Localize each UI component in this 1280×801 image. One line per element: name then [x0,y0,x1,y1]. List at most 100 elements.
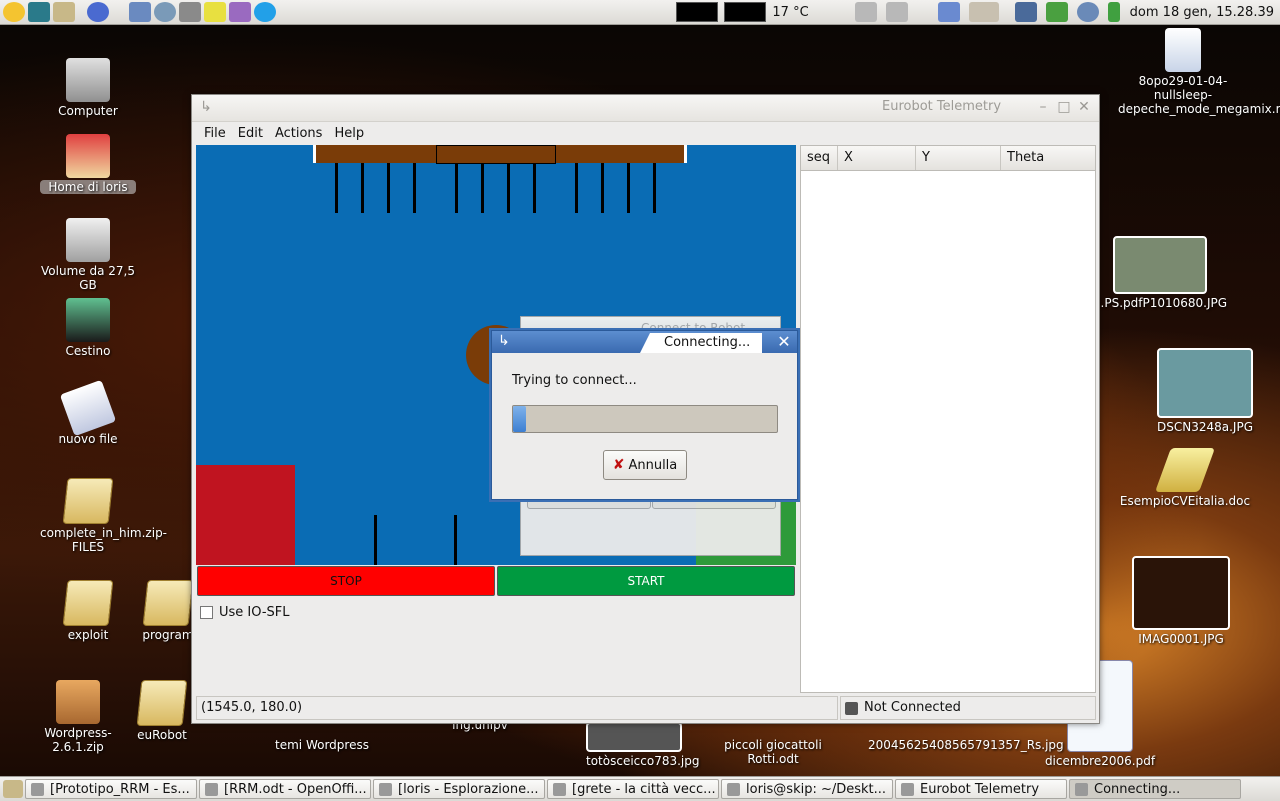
stop-button[interactable]: STOP [197,566,495,596]
field-stick [361,163,364,213]
network-icon[interactable] [1014,2,1037,22]
task-grete[interactable]: [grete - la città vecc... [547,779,719,799]
battery-icon[interactable] [1107,2,1120,22]
menu-file[interactable]: File [198,126,232,141]
red-start-zone [196,465,295,565]
top-panel: 17 °C dom 18 gen, 15.28.39 [0,0,1280,25]
table-header: seq X Y Theta [801,146,1095,171]
cancel-button[interactable]: ✘ Annulla [603,450,687,480]
desktop-icon-temi-wordpress[interactable]: temi Wordpress [274,738,370,752]
panel-tray: 17 °C dom 18 gen, 15.28.39 [676,0,1274,24]
globe-icon[interactable] [154,2,176,22]
menu-help[interactable]: Help [328,126,370,141]
task-prototipo[interactable]: [Prototipo_RRM - Es... [25,779,197,799]
connection-status: Not Connected [840,696,1096,720]
panel-launcher-icon[interactable] [53,2,75,22]
window-icon [901,783,914,796]
column-header-x[interactable]: X [838,146,916,170]
task-terminal[interactable]: loris@skip: ~/Deskt... [721,779,893,799]
network-status-icon [845,701,858,715]
clock-icon[interactable] [1076,2,1099,22]
field-stick [387,163,390,213]
leaf-icon[interactable] [1045,2,1068,22]
cpu-monitor[interactable] [676,2,719,22]
field-top-box [436,145,556,164]
net-monitor[interactable] [724,2,767,22]
desktop-icon-wordpress-zip[interactable]: Wordpress-2.6.1.zip [30,680,126,754]
column-header-y[interactable]: Y [916,146,1001,170]
close-icon[interactable]: ✕ [1076,99,1092,115]
checkbox-box[interactable] [200,606,213,619]
workspace-switcher[interactable] [968,2,999,22]
dialog-titlebar[interactable]: ↳ Connecting... ✕ [492,331,797,353]
menu-actions[interactable]: Actions [269,126,329,141]
show-desktop-icon[interactable] [3,780,23,798]
desktop-icon-mp3[interactable]: 8opo29-01-04-nullsleep-depeche_mode_mega… [1118,28,1280,116]
dialog-menu-icon[interactable]: ↳ [498,333,510,349]
field-stick [481,163,484,213]
cancel-button-label: Annulla [628,457,678,473]
applications-menu-icon[interactable] [3,2,25,22]
use-io-sfl-checkbox[interactable]: Use IO-SFL [200,605,290,620]
desktop-icon-totosceicco[interactable]: totòsceicco783.jpg [586,722,699,768]
desktop-icon-trash[interactable]: Cestino [40,298,136,358]
browser-icon[interactable] [87,2,109,22]
edit-launcher-icon[interactable] [129,2,151,22]
close-icon[interactable]: ✕ [775,333,793,351]
column-header-seq[interactable]: seq [801,146,838,170]
minimize-icon[interactable]: – [1035,99,1051,115]
desktop-icon-imag0001[interactable]: IMAG0001.JPG [1126,556,1236,646]
field-stick [627,163,630,213]
menu-edit[interactable]: Edit [232,126,269,141]
window-menu-icon[interactable]: ↳ [198,99,214,115]
connecting-dialog: ↳ Connecting... ✕ Trying to connect... ✘… [491,330,798,500]
desktop-icon-ps-pdf[interactable]: E.PS.pdfP1010680.JPG [1090,236,1230,310]
column-header-theta[interactable]: Theta [1001,146,1087,170]
coords-status: (1545.0, 180.0) [196,696,838,720]
field-stick [374,515,377,565]
desktop-icon-volume[interactable]: Volume da 27,5 GB [40,218,136,292]
folder-icon [62,478,114,524]
fish-launcher-icon[interactable] [28,2,50,22]
document-icon [205,783,218,796]
desktop-icon-cv-doc[interactable]: EsempioCVEitalia.doc [1110,448,1260,508]
desktop-icon-zip-files[interactable]: complete_in_him.zip-FILES [40,478,167,554]
skype-icon[interactable] [254,2,276,22]
clock[interactable]: dom 18 gen, 15.28.39 [1130,5,1274,20]
weather-label[interactable]: 17 °C [772,5,808,20]
notes-icon[interactable] [204,2,226,22]
field-stick [507,163,510,213]
task-connecting[interactable]: Connecting... [1069,779,1241,799]
desktop-icon-home[interactable]: Home di loris [40,134,136,194]
task-rrm-odt[interactable]: [RRM.odt - OpenOffi... [199,779,371,799]
terminal-icon [727,783,740,796]
messenger-icon[interactable] [229,2,251,22]
field-stick [335,163,338,213]
dialog-title: Connecting... [640,333,762,353]
start-button[interactable]: START [497,566,795,596]
maximize-icon[interactable]: □ [1056,99,1072,115]
field-stick [533,163,536,213]
window-titlebar[interactable]: ↳ Eurobot Telemetry – □ ✕ [192,95,1099,122]
desktop-icon-dscn[interactable]: DSCN3248a.JPG [1150,348,1260,434]
files-icon[interactable] [179,2,201,22]
connection-status-label: Not Connected [864,700,961,715]
field-stick [455,163,458,213]
window-icon [1075,783,1088,796]
photo-thumbnail [1113,236,1207,294]
telemetry-table[interactable]: seq X Y Theta [800,145,1096,693]
checkbox-label: Use IO-SFL [219,605,290,620]
drive2-icon[interactable] [885,2,908,22]
desktop-icon-computer[interactable]: Computer [40,58,136,118]
show-desktop-icon[interactable] [937,2,960,22]
desktop-icon-giocattoli[interactable]: piccoli giocattoli Rotti.odt [718,738,828,766]
desktop-icon-rs-jpg[interactable]: 20045625408565791357_Rs.jpg [868,738,1064,752]
cancel-icon: ✘ [612,457,625,473]
file-icon [59,379,117,437]
dialog-message: Trying to connect... [512,373,637,388]
task-eurobot-telemetry[interactable]: Eurobot Telemetry [895,779,1067,799]
task-loris-esplorazione[interactable]: [loris - Esplorazione... [373,779,545,799]
connection-progress-bar [512,405,778,433]
drive-icon[interactable] [854,2,877,22]
desktop-icon-new-file[interactable]: nuovo file [40,379,136,446]
